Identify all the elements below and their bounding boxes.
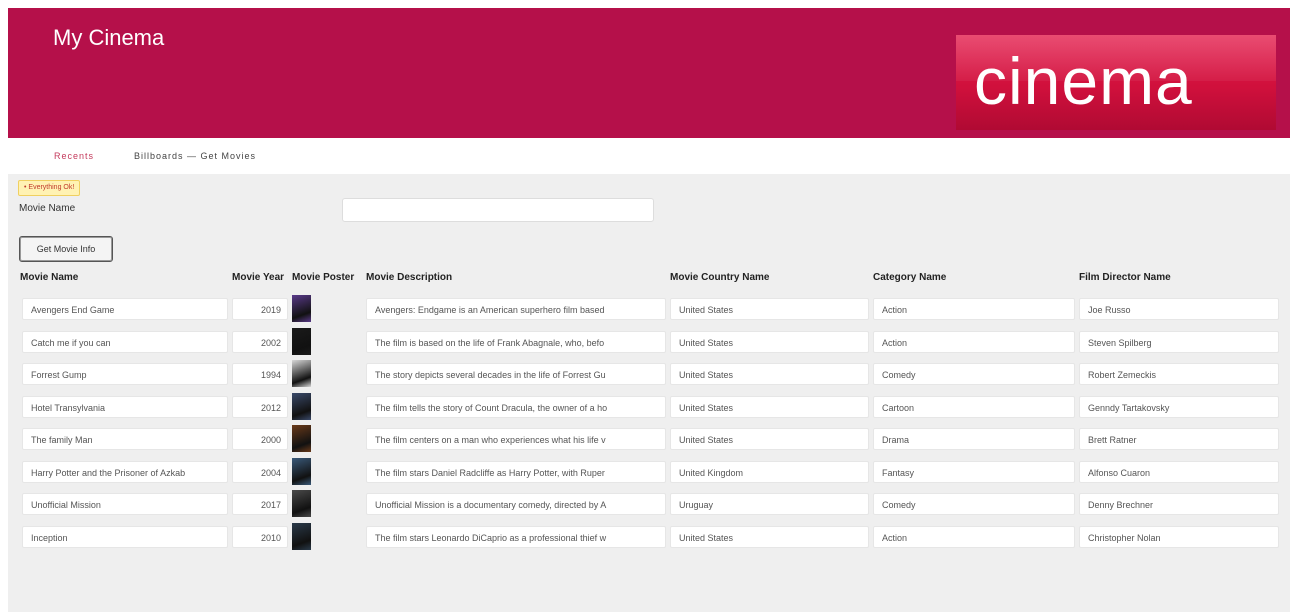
movie-description-cell: The film is based on the life of Frank A…: [366, 331, 666, 353]
movie-name-cell: The family Man: [22, 428, 228, 450]
movie-name-cell: Forrest Gump: [22, 363, 228, 385]
director-cell: Brett Ratner: [1079, 428, 1279, 450]
movie-name-cell: Unofficial Mission: [22, 493, 228, 515]
cinema-logo: cinema: [956, 35, 1276, 130]
poster-inception: [292, 523, 311, 550]
poster-hotel-transylvania: [292, 393, 311, 420]
director-cell: Genndy Tartakovsky: [1079, 396, 1279, 418]
movie-year-cell: 2010: [232, 526, 288, 548]
movie-year-cell: 2019: [232, 298, 288, 320]
category-cell: Action: [873, 298, 1075, 320]
poster-harry-potter: [292, 458, 311, 485]
status-badge: • Everything Ok!: [18, 180, 81, 196]
category-cell: Drama: [873, 428, 1075, 450]
director-cell: Joe Russo: [1079, 298, 1279, 320]
movie-description-cell: Unofficial Mission is a documentary come…: [366, 493, 666, 515]
poster-catch-me: [292, 328, 311, 355]
poster-avengers: [292, 295, 311, 322]
column-header-director: Film Director Name: [1079, 272, 1171, 283]
get-movie-info-button[interactable]: Get Movie Info: [19, 236, 113, 262]
movie-name-label: Movie Name: [19, 203, 76, 214]
column-header-movie-year: Movie Year: [232, 272, 285, 283]
column-header-category: Category Name: [873, 272, 947, 283]
country-cell: Uruguay: [670, 493, 869, 515]
column-header-movie-name: Movie Name: [20, 272, 79, 283]
nav-bar: Recents Billboards — Get Movies: [8, 138, 1290, 174]
app-header: My Cinema cinema: [8, 8, 1290, 138]
director-cell: Steven Spilberg: [1079, 331, 1279, 353]
movie-name-cell: Avengers End Game: [22, 298, 228, 320]
category-cell: Action: [873, 526, 1075, 548]
country-cell: United States: [670, 298, 869, 320]
category-cell: Comedy: [873, 363, 1075, 385]
country-cell: United States: [670, 331, 869, 353]
movie-description-cell: The film centers on a man who experience…: [366, 428, 666, 450]
category-cell: Cartoon: [873, 396, 1075, 418]
director-cell: Alfonso Cuaron: [1079, 461, 1279, 483]
movie-description-cell: The story depicts several decades in the…: [366, 363, 666, 385]
nav-recents-link[interactable]: Recents: [54, 151, 94, 161]
breadcrumb[interactable]: Billboards — Get Movies: [134, 151, 256, 161]
category-cell: Action: [873, 331, 1075, 353]
main-content: • Everything Ok! Movie Name Get Movie In…: [8, 174, 1290, 612]
movie-year-cell: 2000: [232, 428, 288, 450]
category-cell: Comedy: [873, 493, 1075, 515]
movie-description-cell: Avengers: Endgame is an American superhe…: [366, 298, 666, 320]
movie-year-cell: 2004: [232, 461, 288, 483]
director-cell: Christopher Nolan: [1079, 526, 1279, 548]
country-cell: United States: [670, 396, 869, 418]
column-header-movie-poster: Movie Poster: [292, 272, 355, 283]
director-cell: Denny Brechner: [1079, 493, 1279, 515]
column-header-movie-description: Movie Description: [366, 272, 453, 283]
movie-description-cell: The film stars Leonardo DiCaprio as a pr…: [366, 526, 666, 548]
movie-year-cell: 2012: [232, 396, 288, 418]
poster-unofficial-mission: [292, 490, 311, 517]
country-cell: United States: [670, 363, 869, 385]
movie-name-cell: Catch me if you can: [22, 331, 228, 353]
movie-description-cell: The film tells the story of Count Dracul…: [366, 396, 666, 418]
movie-year-cell: 2017: [232, 493, 288, 515]
country-cell: United States: [670, 526, 869, 548]
column-header-country: Movie Country Name: [670, 272, 770, 283]
poster-forrest-gump: [292, 360, 311, 387]
poster-family-man: [292, 425, 311, 452]
movie-year-cell: 2002: [232, 331, 288, 353]
movie-name-cell: Harry Potter and the Prisoner of Azkab: [22, 461, 228, 483]
app-title: My Cinema: [53, 25, 165, 50]
movie-year-cell: 1994: [232, 363, 288, 385]
movie-description-cell: The film stars Daniel Radcliffe as Harry…: [366, 461, 666, 483]
country-cell: United States: [670, 428, 869, 450]
country-cell: United Kingdom: [670, 461, 869, 483]
director-cell: Robert Zemeckis: [1079, 363, 1279, 385]
category-cell: Fantasy: [873, 461, 1075, 483]
movie-name-cell: Hotel Transylvania: [22, 396, 228, 418]
movie-name-input[interactable]: [342, 198, 654, 222]
movie-name-cell: Inception: [22, 526, 228, 548]
logo-text: cinema: [974, 44, 1193, 118]
